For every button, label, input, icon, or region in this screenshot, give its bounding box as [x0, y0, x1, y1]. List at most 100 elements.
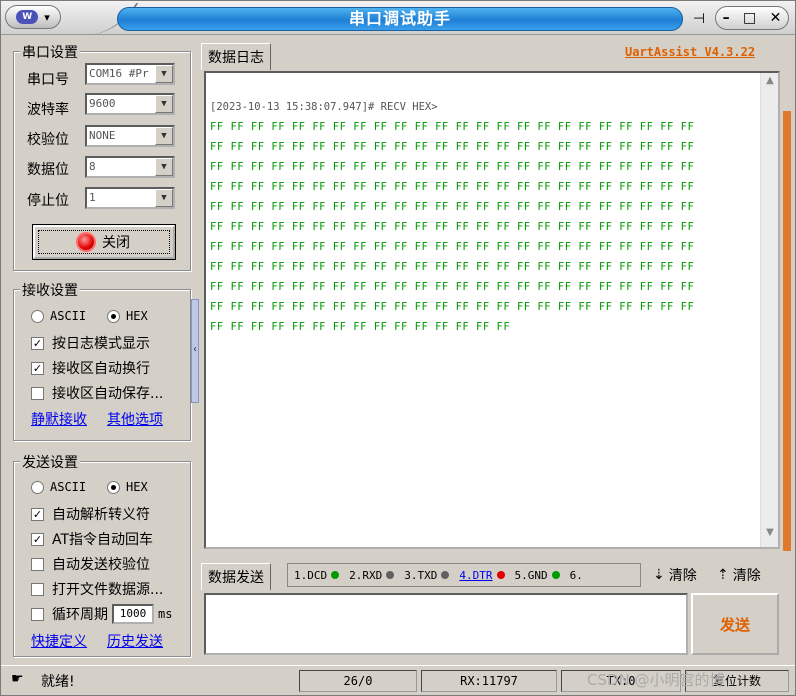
scroll-down-icon[interactable]: ▼: [761, 527, 779, 545]
stopbits-row: 停止位: [27, 190, 69, 210]
send-ascii-radio[interactable]: ASCII: [31, 480, 86, 494]
minimize-button[interactable]: –: [723, 10, 730, 26]
signal-rxd[interactable]: 2.RXD: [349, 568, 395, 582]
period-input[interactable]: 1000: [112, 604, 154, 624]
checkbox-icon[interactable]: [31, 582, 44, 596]
port-value: COM16 #Pr: [89, 67, 149, 80]
receive-hex-radio[interactable]: HEX: [107, 309, 148, 323]
hex-line: FF FF FF FF FF FF FF FF FF FF FF FF FF F…: [210, 301, 695, 313]
signal-rxd-label: 2.RXD: [349, 568, 383, 582]
maximize-button[interactable]: □: [743, 10, 756, 26]
hex-line: FF FF FF FF FF FF FF FF FF FF FF FF FF F…: [210, 261, 695, 273]
escape-parse-checkbox[interactable]: ✓ 自动解析转义符: [31, 504, 150, 524]
other-options-link[interactable]: 其他选项: [107, 409, 163, 429]
radio-icon[interactable]: [31, 309, 44, 323]
receive-hex-label: HEX: [126, 309, 148, 323]
status-count: 26/0: [299, 670, 417, 692]
databits-value: 8: [89, 160, 96, 173]
checkbox-checked-icon[interactable]: ✓: [31, 336, 44, 350]
signal-gnd-led-icon: [551, 571, 560, 579]
checkbox-checked-icon[interactable]: ✓: [31, 532, 44, 546]
window-controls: – □ ✕: [715, 6, 789, 30]
title-bar[interactable]: W ▾ 串口调试助手 ⊣ – □ ✕: [1, 1, 795, 35]
signal-txd-led-icon: [441, 571, 450, 579]
file-source-label: 打开文件数据源...: [52, 582, 164, 598]
checkbox-checked-icon[interactable]: ✓: [31, 507, 44, 521]
chevron-down-icon[interactable]: ▼: [155, 127, 173, 145]
databits-select[interactable]: 8 ▼: [85, 156, 175, 178]
clear-send-label: 清除: [732, 568, 761, 584]
checkbox-icon[interactable]: [31, 557, 44, 571]
parity-value: NONE: [89, 129, 116, 142]
log-header-line: [2023-10-13 15:38:07.947]# RECV HEX>: [210, 101, 438, 113]
clear-receive-button[interactable]: ⇣ 清除: [653, 565, 697, 585]
auto-checksum-checkbox[interactable]: 自动发送校验位: [31, 554, 150, 574]
clear-receive-label: 清除: [668, 568, 697, 584]
signal-rxd-led-icon: [386, 571, 395, 579]
chevron-down-icon[interactable]: ▼: [155, 158, 173, 176]
radio-icon[interactable]: [31, 480, 44, 494]
side-accent-bar: [783, 111, 791, 551]
loop-period-label: 循环周期: [52, 607, 108, 623]
radio-selected-icon[interactable]: [107, 309, 120, 323]
close-window-button[interactable]: ✕: [770, 10, 782, 26]
parity-select[interactable]: NONE ▼: [85, 125, 175, 147]
auto-save-checkbox[interactable]: 接收区自动保存...: [31, 383, 163, 403]
checkbox-icon[interactable]: [31, 607, 44, 621]
signal-dtr-label: 4.DTR: [459, 568, 493, 582]
signal-txd[interactable]: 3.TXD: [404, 569, 450, 582]
serial-settings-title: 串口设置: [20, 42, 80, 62]
pin-icon[interactable]: ⊣: [685, 9, 713, 29]
clear-down-icon: ⇣: [653, 567, 665, 583]
receive-ascii-radio[interactable]: ASCII: [31, 309, 86, 323]
scroll-up-icon[interactable]: ▲: [761, 75, 779, 93]
at-enter-checkbox[interactable]: ✓ AT指令自动回车: [31, 529, 153, 549]
file-source-checkbox[interactable]: 打开文件数据源...: [31, 579, 163, 599]
app-window: W ▾ 串口调试助手 ⊣ – □ ✕ 串口设置 串口号 COM16 #Pr ▼ …: [0, 0, 796, 696]
receive-log-area[interactable]: [2023-10-13 15:38:07.947]# RECV HEX> FF …: [204, 71, 780, 549]
send-hex-radio[interactable]: HEX: [107, 480, 148, 494]
checkbox-checked-icon[interactable]: ✓: [31, 361, 44, 375]
version-link[interactable]: UartAssist V4.3.22: [625, 45, 755, 59]
stopbits-select[interactable]: 1 ▼: [85, 187, 175, 209]
tab-data-log[interactable]: 数据日志: [201, 43, 271, 70]
send-button[interactable]: 发送: [691, 593, 779, 655]
signal-gnd[interactable]: 5.GND: [515, 569, 560, 582]
history-send-link[interactable]: 历史发送: [107, 631, 163, 651]
signal-6[interactable]: 6.: [570, 569, 583, 582]
chevron-down-icon[interactable]: ▼: [155, 95, 173, 113]
signal-dtr[interactable]: 4.DTR: [459, 568, 505, 582]
period-unit: ms: [158, 607, 173, 621]
port-row: 串口号: [27, 69, 69, 89]
close-port-button[interactable]: 关闭: [32, 224, 176, 260]
signal-dcd-led-icon: [331, 571, 340, 579]
baud-value: 9600: [89, 97, 116, 110]
clear-send-button[interactable]: ⇡ 清除: [717, 565, 761, 585]
log-mode-label: 按日志模式显示: [52, 336, 150, 352]
auto-save-label: 接收区自动保存...: [52, 386, 164, 402]
system-menu-button[interactable]: W ▾: [5, 5, 61, 29]
port-select[interactable]: COM16 #Pr ▼: [85, 63, 175, 85]
signal-gnd-label: 5.GND: [514, 568, 548, 582]
hex-line: FF FF FF FF FF FF FF FF FF FF FF FF FF F…: [210, 241, 695, 253]
auto-wrap-checkbox[interactable]: ✓ 接收区自动换行: [31, 358, 150, 378]
baud-label: 波特率: [27, 102, 69, 118]
send-text-input[interactable]: [204, 593, 688, 655]
signal-indicators: 1.DCD 2.RXD 3.TXD 4.DTR 5.GND 6.: [287, 563, 641, 587]
chevron-down-icon[interactable]: ▼: [155, 189, 173, 207]
signal-dcd[interactable]: 1.DCD: [294, 569, 340, 582]
tab-data-send[interactable]: 数据发送: [201, 563, 271, 590]
silent-receive-link[interactable]: 静默接收: [31, 409, 87, 429]
log-mode-checkbox[interactable]: ✓ 按日志模式显示: [31, 333, 150, 353]
chevron-down-icon[interactable]: ▼: [155, 65, 173, 83]
log-scrollbar[interactable]: ▲ ▼: [760, 73, 778, 547]
baud-select[interactable]: 9600 ▼: [85, 93, 175, 115]
panel-splitter-handle[interactable]: ‹: [191, 299, 199, 403]
loop-period-checkbox[interactable]: 循环周期 1000 ms: [31, 604, 172, 624]
shortcut-define-link[interactable]: 快捷定义: [31, 631, 87, 651]
port-label: 串口号: [27, 72, 69, 88]
checkbox-icon[interactable]: [31, 386, 44, 400]
status-rx: RX:11797: [421, 670, 557, 692]
log-content: [2023-10-13 15:38:07.947]# RECV HEX> FF …: [210, 97, 760, 337]
radio-selected-icon[interactable]: [107, 480, 120, 494]
